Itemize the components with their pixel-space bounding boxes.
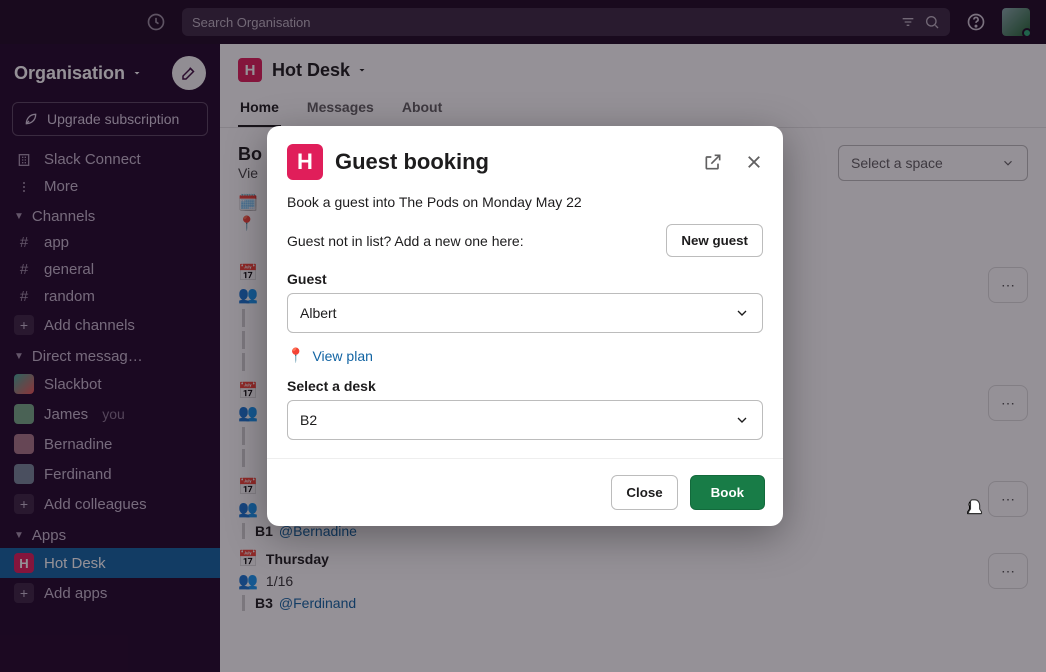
desk-select-value: B2	[300, 412, 317, 428]
pin-icon: 📍	[287, 347, 304, 364]
close-icon[interactable]	[745, 153, 763, 171]
open-external-icon[interactable]	[703, 152, 723, 172]
modal-footer: Close Book	[267, 458, 783, 526]
guest-select[interactable]: Albert	[287, 293, 763, 333]
guest-field-label: Guest	[287, 271, 763, 287]
close-button[interactable]: Close	[611, 475, 677, 510]
modal-header: H Guest booking	[267, 126, 783, 190]
modal-intro: Book a guest into The Pods on Monday May…	[287, 194, 763, 210]
new-guest-row: Guest not in list? Add a new one here: N…	[287, 224, 763, 257]
desk-select[interactable]: B2	[287, 400, 763, 440]
desk-field-label: Select a desk	[287, 378, 763, 394]
guest-booking-modal: H Guest booking Book a guest into The Po…	[267, 126, 783, 526]
not-in-list-text: Guest not in list? Add a new one here:	[287, 233, 524, 249]
modal-title: Guest booking	[335, 149, 691, 175]
chevron-down-icon	[734, 305, 750, 321]
guest-select-value: Albert	[300, 305, 337, 321]
view-plan-link[interactable]: View plan	[312, 348, 372, 364]
new-guest-button[interactable]: New guest	[666, 224, 763, 257]
view-plan-row: 📍 View plan	[287, 347, 763, 364]
book-button[interactable]: Book	[690, 475, 765, 510]
modal-body: Book a guest into The Pods on Monday May…	[267, 190, 783, 458]
app-icon: H	[287, 144, 323, 180]
chevron-down-icon	[734, 412, 750, 428]
